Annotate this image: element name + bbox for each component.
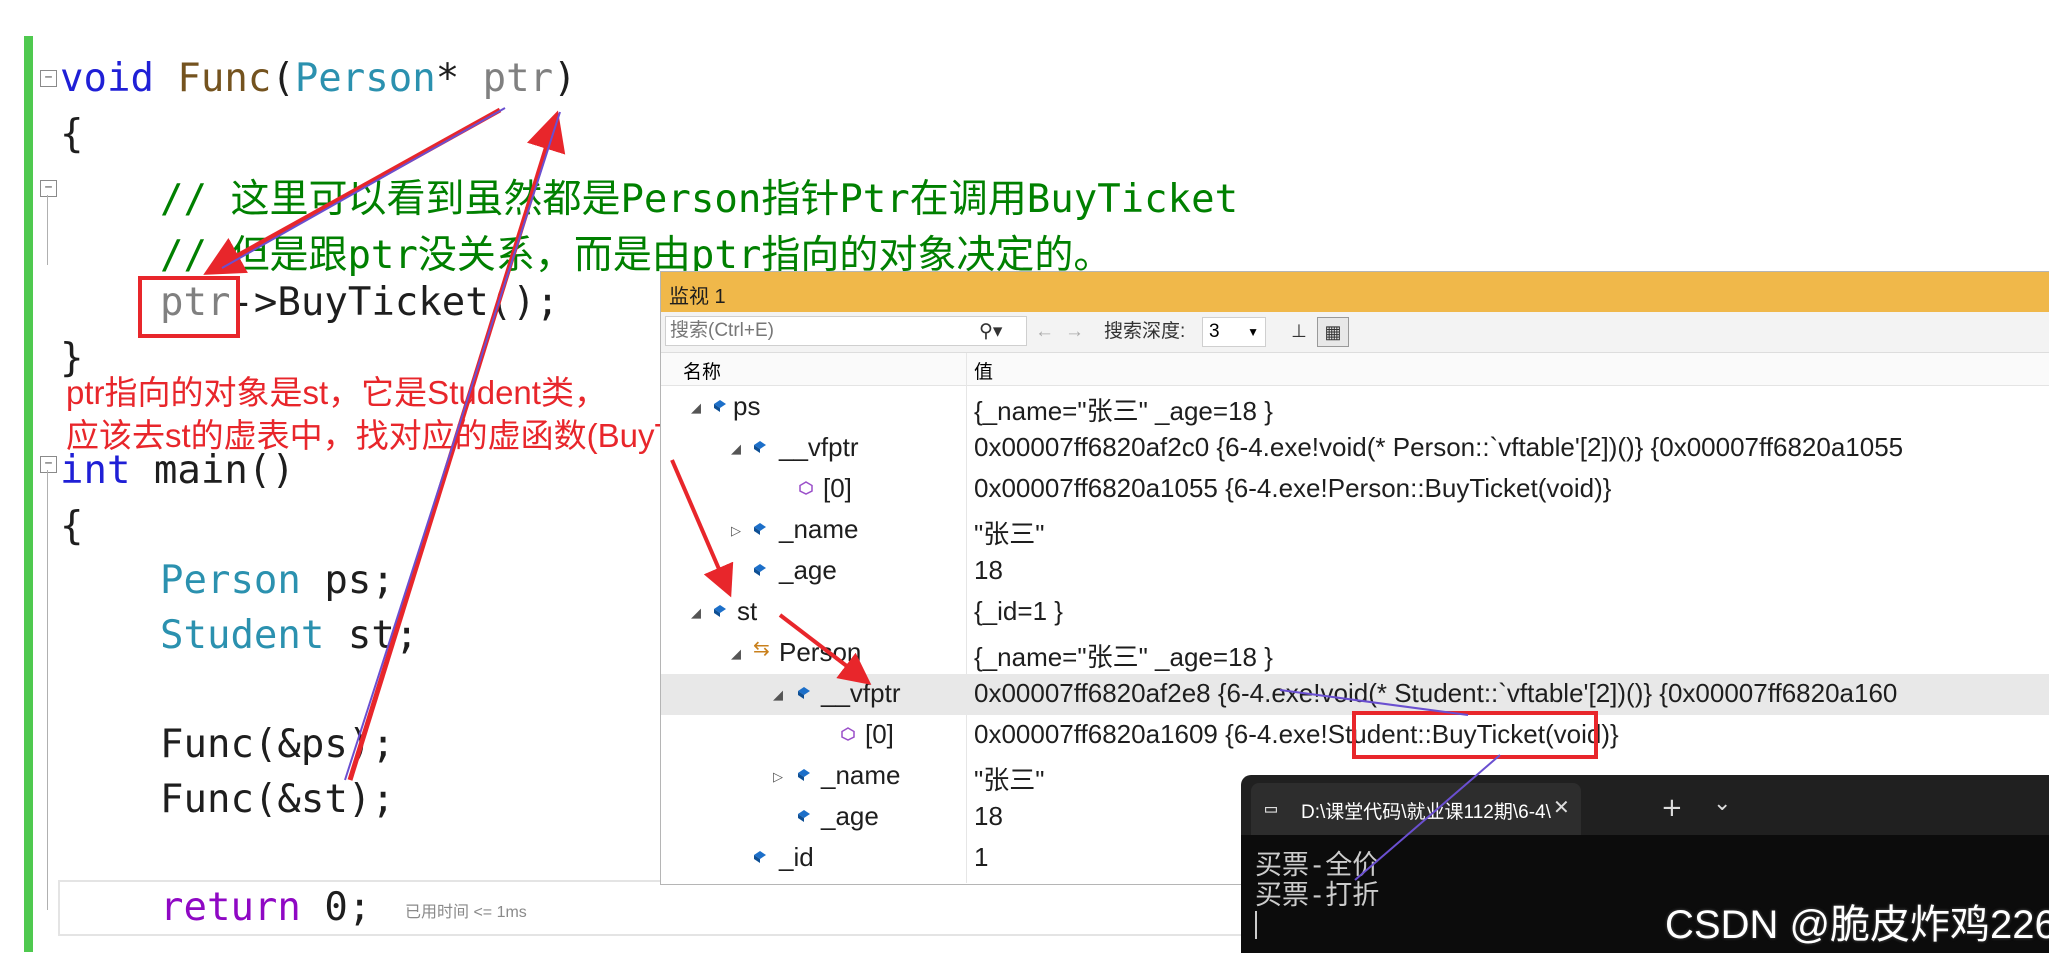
annotation-arrows: [203, 107, 1501, 881]
arrow-purple: [1354, 754, 1501, 881]
arrow-st-to-vfptr: [778, 613, 872, 685]
arrow-purple: [221, 107, 506, 269]
arrow-st-to-ptr: [347, 110, 566, 781]
arrow-ptr-to-call: [203, 107, 502, 275]
arrow-purple: [344, 111, 561, 781]
arrow-annotation-to-st: [670, 459, 734, 598]
arrow-purple: [1279, 689, 1469, 716]
